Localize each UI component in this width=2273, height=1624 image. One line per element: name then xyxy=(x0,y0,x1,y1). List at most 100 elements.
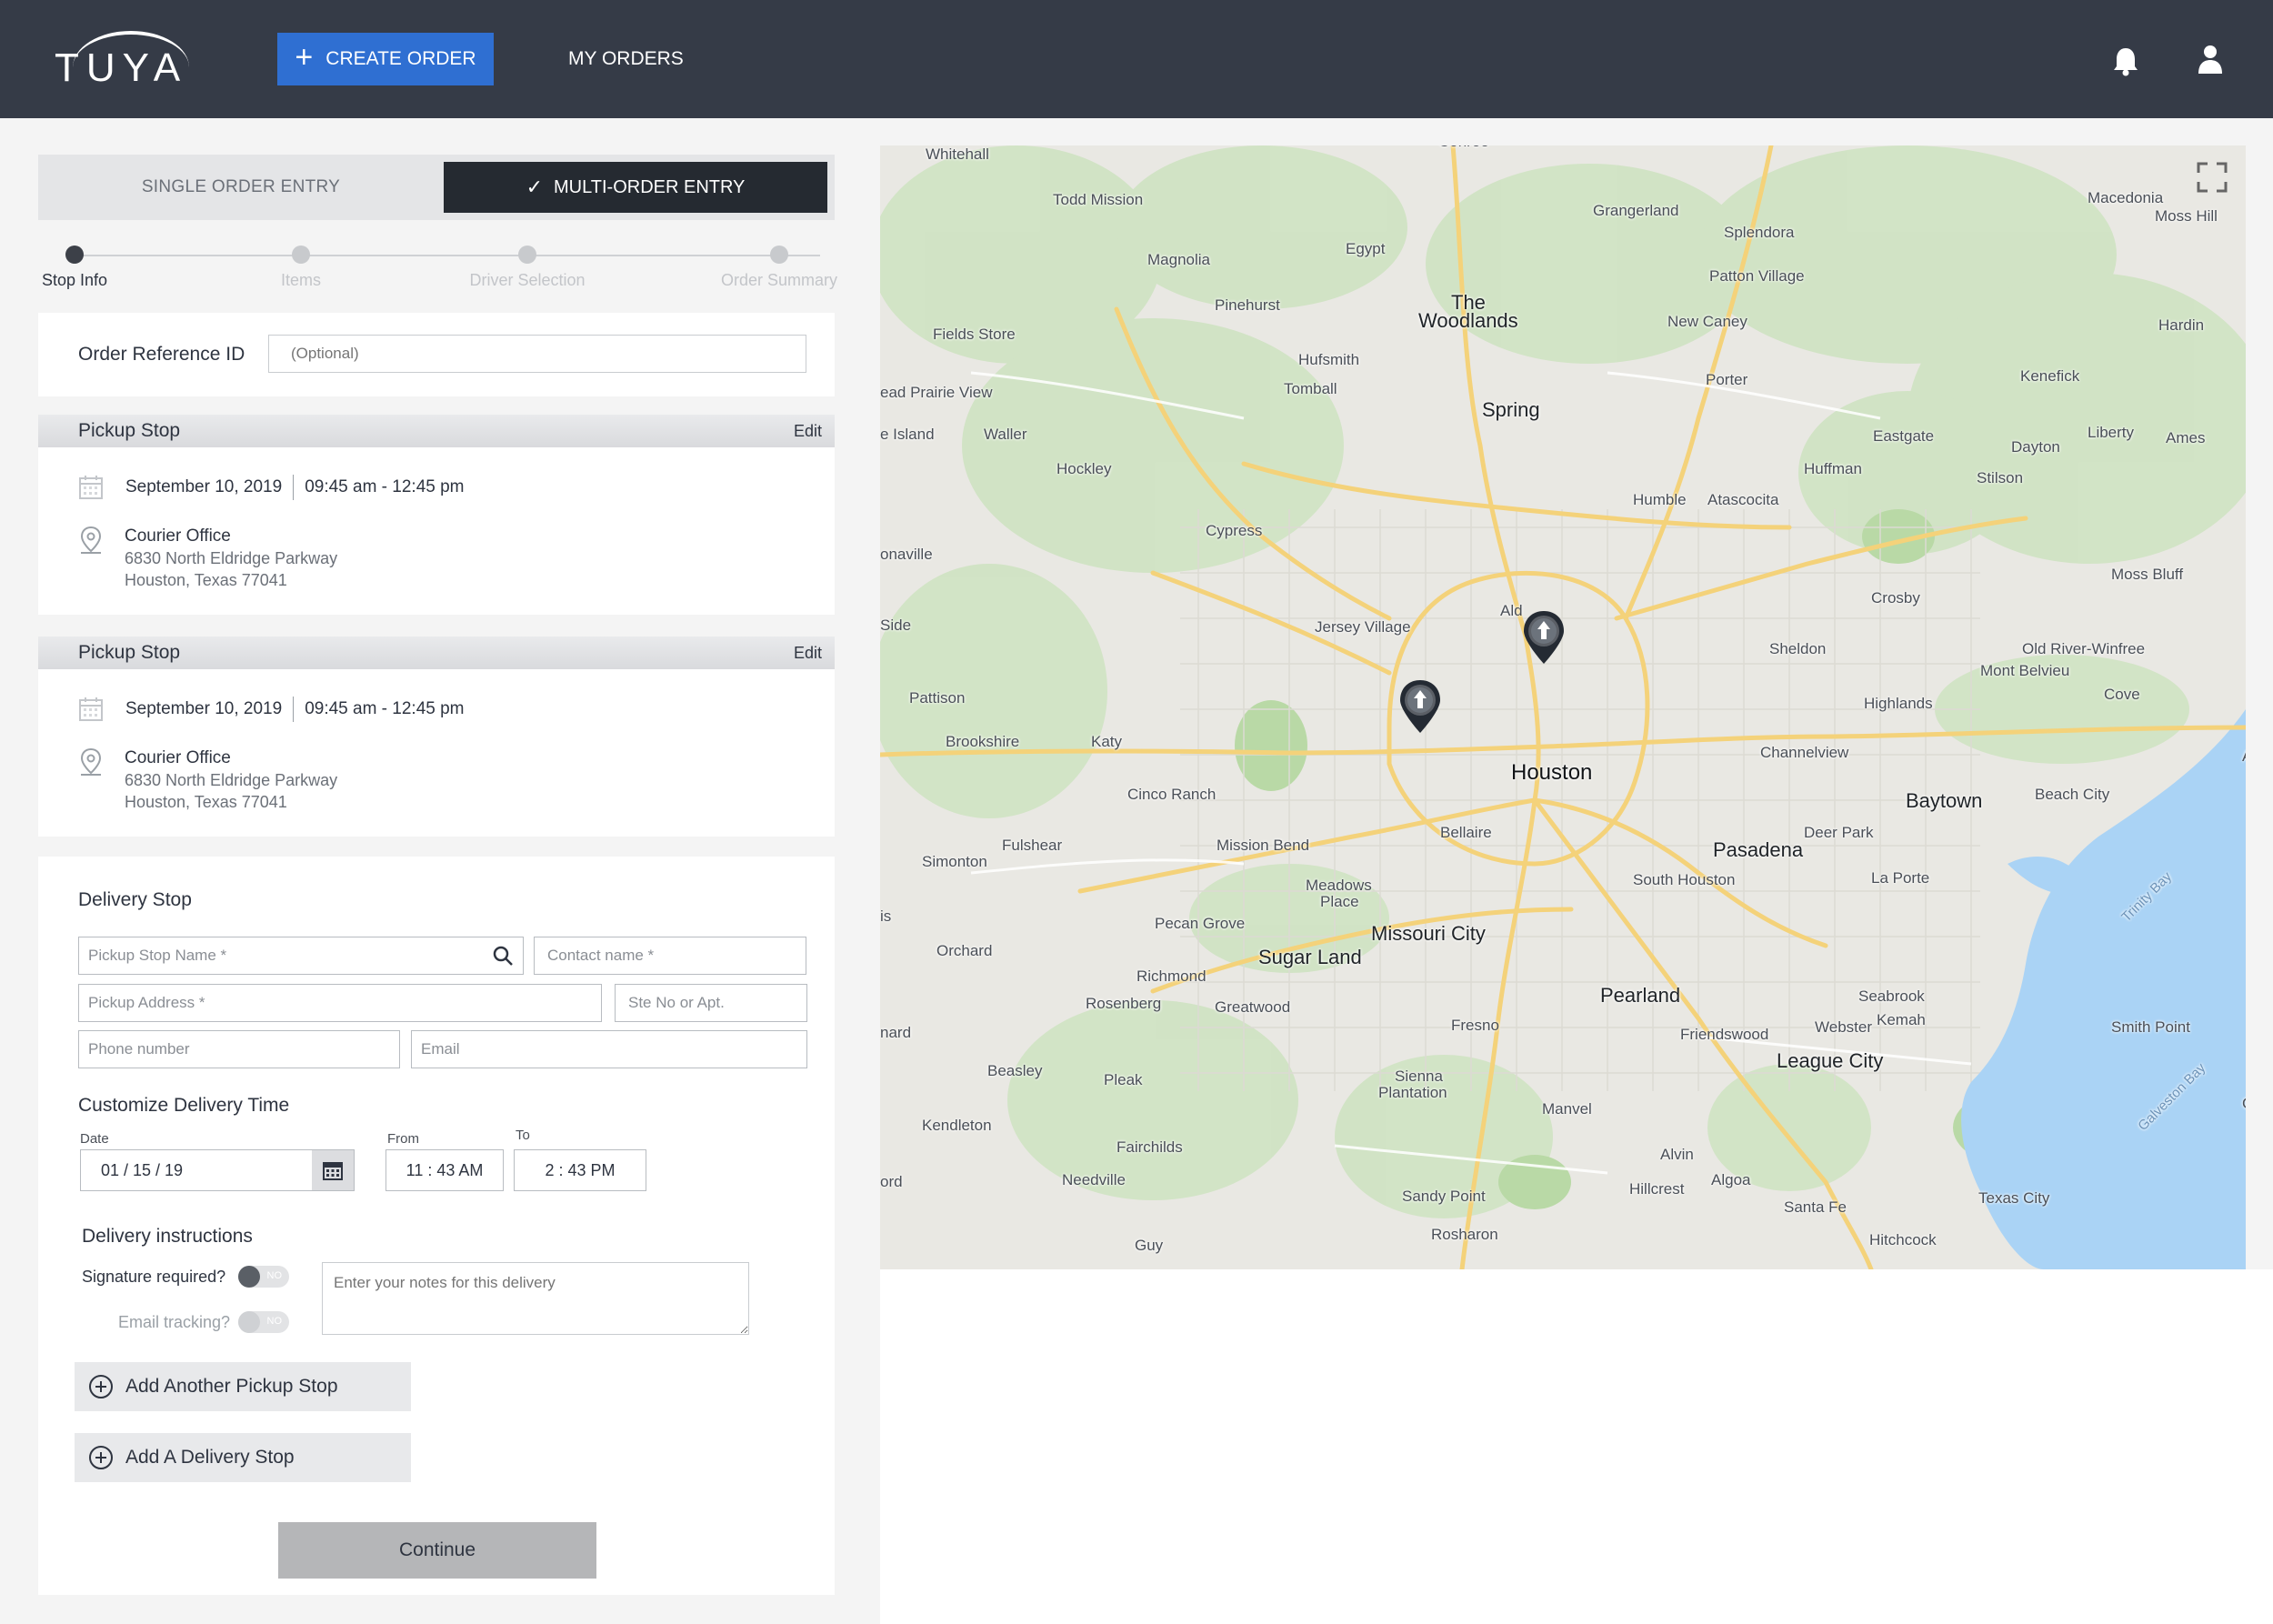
map-label-simonton: Simonton xyxy=(922,853,987,870)
map-label-sandy-point: Sandy Point xyxy=(1402,1188,1486,1205)
create-order-button[interactable]: + CREATE ORDER xyxy=(277,33,494,85)
pickup-address-line2: Houston, Texas 77041 xyxy=(125,571,287,589)
map-panel-background xyxy=(880,1269,2273,1624)
order-reference-label: Order Reference ID xyxy=(78,344,245,365)
to-time-input[interactable]: 2 : 43 PM xyxy=(514,1149,646,1191)
map-label-cove: Cove xyxy=(2104,686,2140,703)
pickup-date-time: September 10, 2019 09:45 am - 12:45 pm xyxy=(125,475,465,500)
map-label-katy: Katy xyxy=(1091,733,1123,750)
toggle-state: NO xyxy=(266,1316,283,1327)
email-tracking-toggle[interactable]: NO xyxy=(238,1311,289,1333)
map-label-pleak: Pleak xyxy=(1104,1071,1143,1088)
map-label-hillcrest: Hillcrest xyxy=(1629,1180,1685,1198)
pickup-stop-title: Pickup Stop xyxy=(78,642,181,663)
map-label-pinehurst: Pinehurst xyxy=(1215,296,1280,314)
map-label-rosharon: Rosharon xyxy=(1431,1226,1498,1243)
map-label-channelview: Channelview xyxy=(1760,744,1849,761)
pickup-stop-edit-link[interactable]: Edit xyxy=(794,422,822,441)
map-label-aldine: Ald xyxy=(1500,602,1523,619)
map-label-crosby: Crosby xyxy=(1871,589,1920,606)
tuya-logo[interactable]: TUYA xyxy=(55,29,200,90)
date-value: 01 / 15 / 19 xyxy=(101,1161,184,1179)
continue-button[interactable]: Continue xyxy=(278,1522,596,1579)
customize-delivery-time-title: Customize Delivery Time xyxy=(78,1095,290,1116)
map-label-seabrook: Seabrook xyxy=(1858,987,1925,1005)
plus-icon: + xyxy=(295,40,314,75)
single-order-entry-tab[interactable]: SINGLE ORDER ENTRY xyxy=(38,155,444,220)
map-label-egypt: Egypt xyxy=(1346,240,1386,257)
map-label-guy: Guy xyxy=(1135,1237,1164,1254)
add-delivery-stop-button[interactable]: Add A Delivery Stop xyxy=(75,1433,411,1482)
pickup-address-placeholder: Pickup Address * xyxy=(88,994,205,1011)
pickup-stop-header: Pickup Stop Edit xyxy=(38,637,835,669)
add-circle-icon xyxy=(89,1446,113,1469)
map-label-prairie-view: ead Prairie View xyxy=(880,384,993,401)
search-icon[interactable] xyxy=(492,945,514,967)
map-label-the-woodlands-2: Woodlands xyxy=(1418,309,1518,332)
progress-stepper: Stop Info Items Driver Selection Order S… xyxy=(38,242,838,296)
map-label-onaville: onaville xyxy=(880,546,933,563)
pickup-stop-card: Pickup Stop Edit September 10, 2019 09:4… xyxy=(38,415,835,615)
map-label-pearland: Pearland xyxy=(1600,984,1681,1007)
divider xyxy=(293,697,295,722)
map-label-orchard: Orchard xyxy=(936,942,993,959)
pickup-stop-edit-link[interactable]: Edit xyxy=(794,644,822,663)
contact-name-input[interactable]: Contact name * xyxy=(534,937,806,975)
pickup-location-name: Courier Office xyxy=(125,526,231,546)
step-driver-selection[interactable]: Driver Selection xyxy=(455,242,600,290)
step-items[interactable]: Items xyxy=(228,242,374,290)
map-view[interactable]: Conroe Whitehall Todd Mission Grangerland Ma… xyxy=(880,145,2246,1269)
map-label-mission-bend: Mission Bend xyxy=(1217,837,1310,854)
map-label-sienna-2: Plantation xyxy=(1378,1084,1447,1101)
fullscreen-icon[interactable] xyxy=(2197,162,2228,193)
pickup-location-name: Courier Office xyxy=(125,748,231,767)
suite-placeholder: Ste No or Apt. xyxy=(628,994,725,1011)
map-label-fresno: Fresno xyxy=(1451,1017,1499,1034)
toggle-knob xyxy=(238,1266,260,1288)
step-order-summary[interactable]: Order Summary xyxy=(706,242,852,290)
pickup-date: September 10, 2019 xyxy=(125,477,283,496)
pickup-marker-icon[interactable] xyxy=(1521,609,1567,666)
email-input[interactable]: Email xyxy=(411,1030,807,1068)
pickup-address-input[interactable]: Pickup Address * xyxy=(78,984,602,1022)
map-label-missouri-city: Missouri City xyxy=(1371,922,1486,945)
from-time-value: 11 : 43 AM xyxy=(406,1160,484,1179)
from-time-input[interactable]: 11 : 43 AM xyxy=(386,1149,504,1191)
pickup-time: 09:45 am - 12:45 pm xyxy=(305,699,465,718)
my-orders-link[interactable]: MY ORDERS xyxy=(568,48,684,70)
map-label-porter: Porter xyxy=(1706,371,1748,388)
stop-name-input[interactable]: Pickup Stop Name * xyxy=(78,937,524,975)
order-reference-input[interactable] xyxy=(268,335,806,373)
map-label-sheldon: Sheldon xyxy=(1769,640,1827,657)
pickup-date-time: September 10, 2019 09:45 am - 12:45 pm xyxy=(125,697,465,722)
map-label-anahuac: Anahu xyxy=(2242,747,2246,766)
suite-input[interactable]: Ste No or Apt. xyxy=(615,984,807,1022)
pickup-stop-title: Pickup Stop xyxy=(78,420,181,441)
map-label-rosenberg: Rosenberg xyxy=(1086,995,1162,1012)
map-label-hockley: Hockley xyxy=(1056,460,1112,477)
pickup-marker-icon[interactable] xyxy=(1397,678,1443,735)
map-label-hufsmith: Hufsmith xyxy=(1298,351,1360,368)
signature-required-toggle[interactable]: NO xyxy=(238,1266,289,1288)
calendar-icon xyxy=(79,697,103,721)
add-delivery-label: Add A Delivery Stop xyxy=(125,1447,295,1468)
entry-mode-toggle: SINGLE ORDER ENTRY ✓ MULTI-ORDER ENTRY xyxy=(38,155,835,220)
map-label-kenefick: Kenefick xyxy=(2020,367,2080,385)
step-stop-info[interactable]: Stop Info xyxy=(2,242,147,290)
map-label-tomball: Tomball xyxy=(1284,380,1337,397)
map-label-huffman: Huffman xyxy=(1804,460,1862,477)
location-pin-icon xyxy=(80,747,102,776)
bell-icon[interactable] xyxy=(2111,45,2140,76)
map-label-side: Side xyxy=(880,617,912,634)
date-input[interactable]: 01 / 15 / 19 xyxy=(80,1149,355,1191)
user-icon[interactable] xyxy=(2197,44,2224,75)
delivery-notes-input[interactable] xyxy=(322,1262,749,1335)
multi-order-entry-tab[interactable]: ✓ MULTI-ORDER ENTRY xyxy=(444,162,827,213)
map-label-nard: nard xyxy=(880,1024,912,1041)
date-picker-button[interactable] xyxy=(312,1150,354,1190)
email-tracking-label: Email tracking? xyxy=(118,1313,231,1331)
delivery-stop-card: Delivery Stop Pickup Stop Name * Contact… xyxy=(38,857,835,1595)
phone-input[interactable]: Phone number xyxy=(78,1030,400,1068)
add-another-pickup-stop-button[interactable]: Add Another Pickup Stop xyxy=(75,1362,411,1411)
map-label-eastgate: Eastgate xyxy=(1873,427,1935,445)
